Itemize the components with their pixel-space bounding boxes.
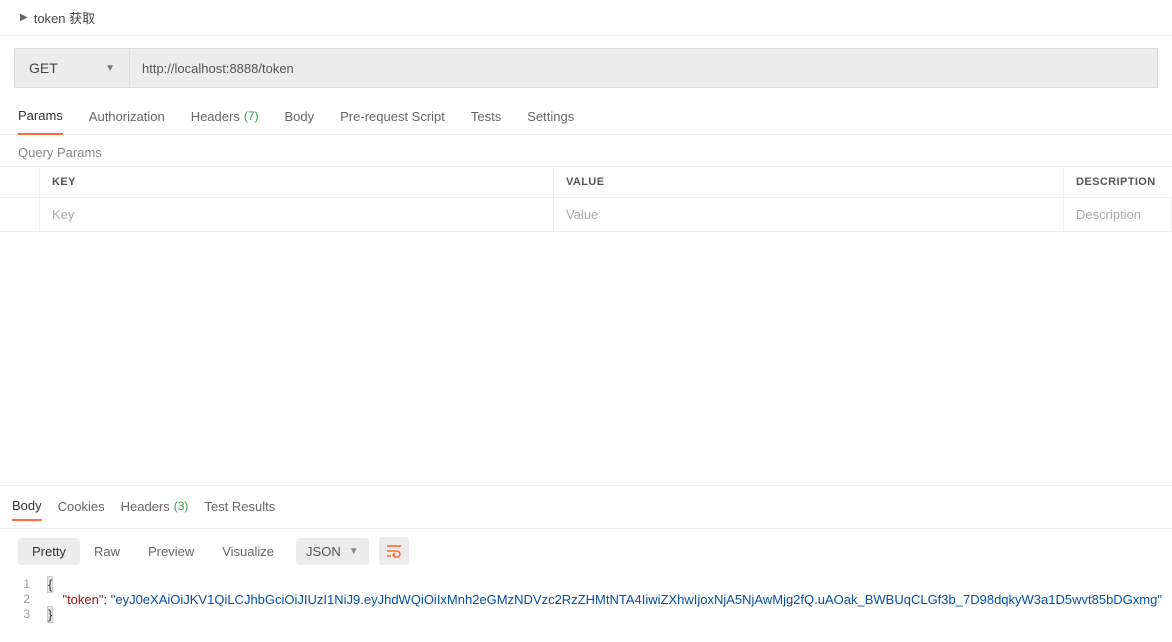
line-number: 3 (0, 607, 48, 622)
json-value: "eyJ0eXAiOiJKV1QiLCJhbGciOiJIUzI1NiJ9.ey… (111, 592, 1162, 607)
header-key: KEY (40, 167, 554, 197)
chevron-down-icon: ▼ (105, 63, 115, 74)
wrap-lines-button[interactable] (379, 537, 409, 565)
params-table: KEY VALUE DESCRIPTION Key Value Descript… (0, 166, 1172, 232)
header-value: VALUE (554, 167, 1064, 197)
tab-body[interactable]: Body (285, 100, 315, 134)
params-header-row: KEY VALUE DESCRIPTION (0, 167, 1172, 198)
view-raw[interactable]: Raw (80, 538, 134, 565)
json-close-brace: } (48, 607, 52, 622)
resp-tab-body[interactable]: Body (12, 494, 42, 521)
request-tabs: Params Authorization Headers (7) Body Pr… (0, 100, 1172, 135)
headers-count: (7) (244, 109, 259, 123)
request-title: token 获取 (34, 8, 95, 27)
resp-tab-testresults[interactable]: Test Results (204, 494, 275, 520)
desc-placeholder[interactable]: Description (1064, 198, 1172, 231)
empty-space (0, 232, 1172, 485)
resp-tab-headers[interactable]: Headers (3) (121, 494, 189, 520)
request-row: GET ▼ (0, 36, 1172, 100)
collapse-caret-icon[interactable]: ▶ (20, 12, 28, 23)
tab-params[interactable]: Params (18, 100, 63, 135)
code-line-3: 3 } (0, 607, 1172, 622)
view-preview[interactable]: Preview (134, 538, 208, 565)
header-select (0, 167, 40, 197)
tab-settings[interactable]: Settings (527, 100, 574, 134)
json-open-brace: { (48, 577, 52, 592)
resp-headers-count: (3) (174, 499, 189, 513)
json-key: "token" (62, 592, 103, 607)
url-input[interactable] (130, 48, 1158, 88)
params-empty-row[interactable]: Key Value Description (0, 198, 1172, 231)
format-label: JSON (306, 544, 341, 559)
tab-authorization[interactable]: Authorization (89, 100, 165, 134)
request-title-bar: ▶ token 获取 (0, 0, 1172, 36)
header-desc: DESCRIPTION (1064, 167, 1172, 197)
tab-prerequest[interactable]: Pre-request Script (340, 100, 445, 134)
response-view-controls: Pretty Raw Preview Visualize JSON ▼ (0, 529, 1172, 573)
key-placeholder[interactable]: Key (40, 198, 554, 231)
format-select[interactable]: JSON ▼ (296, 538, 369, 565)
query-params-label: Query Params (0, 135, 1172, 166)
row-select[interactable] (0, 198, 40, 231)
wrap-icon (386, 544, 402, 558)
tab-tests[interactable]: Tests (471, 100, 501, 134)
line-number: 1 (0, 577, 48, 592)
line-number: 2 (0, 592, 48, 607)
tab-headers[interactable]: Headers (7) (191, 100, 259, 134)
view-pretty[interactable]: Pretty (18, 538, 80, 565)
method-select[interactable]: GET ▼ (14, 48, 130, 88)
code-line-2: 2 "token": "eyJ0eXAiOiJKV1QiLCJhbGciOiJI… (0, 592, 1172, 607)
response-tabs: Body Cookies Headers (3) Test Results (0, 486, 1172, 529)
method-label: GET (29, 60, 58, 76)
resp-tab-cookies[interactable]: Cookies (58, 494, 105, 520)
view-visualize[interactable]: Visualize (208, 538, 288, 565)
code-line-1: 1 { (0, 577, 1172, 592)
value-placeholder[interactable]: Value (554, 198, 1064, 231)
response-body-code[interactable]: 1 { 2 "token": "eyJ0eXAiOiJKV1QiLCJhbGci… (0, 573, 1172, 630)
chevron-down-icon: ▼ (349, 546, 359, 557)
